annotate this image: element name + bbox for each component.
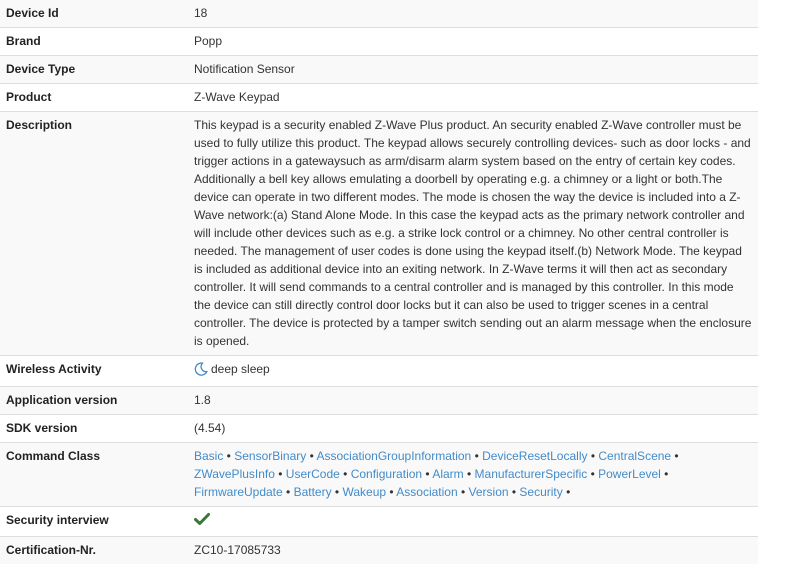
command-class-link[interactable]: CentralScene: [598, 449, 671, 463]
label-wireless-activity: Wireless Activity: [0, 355, 188, 387]
value-application-version: 1.8: [188, 386, 758, 415]
bullet-separator: •: [587, 449, 599, 463]
row-device-id: Device Id 18: [0, 0, 758, 28]
row-security-interview: Security interview: [0, 506, 758, 537]
command-class-link[interactable]: FirmwareUpdate: [194, 485, 283, 499]
value-security-interview: [188, 506, 758, 537]
label-brand: Brand: [0, 27, 188, 56]
value-device-type: Notification Sensor: [188, 55, 758, 84]
bullet-separator: •: [282, 485, 294, 499]
row-command-class: Command Class Basic • SensorBinary • Ass…: [0, 442, 758, 507]
command-class-link[interactable]: PowerLevel: [598, 467, 661, 481]
label-command-class: Command Class: [0, 442, 188, 507]
bullet-separator: •: [223, 449, 235, 463]
value-wireless-activity-cell: deep sleep: [188, 355, 758, 387]
bullet-separator: •: [587, 467, 599, 481]
command-class-link[interactable]: Battery: [294, 485, 332, 499]
label-security-interview: Security interview: [0, 506, 188, 537]
label-certification: Certification-Nr.: [0, 536, 188, 564]
command-class-link[interactable]: Wakeup: [342, 485, 386, 499]
command-class-link[interactable]: AssociationGroupInformation: [316, 449, 471, 463]
command-class-link[interactable]: ZWavePlusInfo: [194, 467, 275, 481]
bullet-separator: •: [457, 485, 469, 499]
row-product: Product Z-Wave Keypad: [0, 83, 758, 112]
value-certification: ZC10-17085733: [188, 536, 758, 564]
bullet-separator: •: [422, 467, 433, 481]
row-application-version: Application version 1.8: [0, 386, 758, 415]
row-description: Description This keypad is a security en…: [0, 111, 758, 356]
value-product: Z-Wave Keypad: [188, 83, 758, 112]
command-class-list: Basic • SensorBinary • AssociationGroupI…: [188, 442, 758, 507]
bullet-separator: •: [562, 485, 571, 499]
row-certification: Certification-Nr. ZC10-17085733: [0, 536, 758, 564]
value-sdk-version: (4.54): [188, 414, 758, 443]
bullet-separator: •: [471, 449, 483, 463]
device-details-table: Device Id 18 Brand Popp Device Type Noti…: [0, 0, 758, 564]
label-application-version: Application version: [0, 386, 188, 415]
checkmark-icon: [194, 512, 210, 531]
value-device-id: 18: [188, 0, 758, 28]
value-description: This keypad is a security enabled Z-Wave…: [188, 111, 758, 356]
command-class-link[interactable]: DeviceResetLocally: [482, 449, 587, 463]
row-sdk-version: SDK version (4.54): [0, 414, 758, 443]
row-brand: Brand Popp: [0, 27, 758, 56]
bullet-separator: •: [339, 467, 351, 481]
command-class-link[interactable]: Basic: [194, 449, 223, 463]
command-class-link[interactable]: Association: [396, 485, 457, 499]
bullet-separator: •: [671, 449, 679, 463]
label-sdk-version: SDK version: [0, 414, 188, 443]
command-class-link[interactable]: Version: [469, 485, 509, 499]
bullet-separator: •: [508, 485, 520, 499]
bullet-separator: •: [274, 467, 286, 481]
row-device-type: Device Type Notification Sensor: [0, 55, 758, 84]
label-product: Product: [0, 83, 188, 112]
bullet-separator: •: [463, 467, 475, 481]
command-class-link[interactable]: UserCode: [286, 467, 340, 481]
command-class-link[interactable]: Configuration: [351, 467, 422, 481]
row-wireless-activity: Wireless Activity deep sleep: [0, 355, 758, 387]
command-class-link[interactable]: SensorBinary: [234, 449, 306, 463]
moon-icon: [194, 362, 208, 381]
bullet-separator: •: [306, 449, 317, 463]
command-class-link[interactable]: ManufacturerSpecific: [475, 467, 588, 481]
value-wireless-activity: deep sleep: [211, 362, 270, 376]
command-class-link[interactable]: Alarm: [432, 467, 463, 481]
bullet-separator: •: [660, 467, 669, 481]
label-device-id: Device Id: [0, 0, 188, 28]
bullet-separator: •: [386, 485, 397, 499]
label-device-type: Device Type: [0, 55, 188, 84]
command-class-link[interactable]: Security: [519, 485, 562, 499]
label-description: Description: [0, 111, 188, 356]
value-brand: Popp: [188, 27, 758, 56]
bullet-separator: •: [331, 485, 343, 499]
